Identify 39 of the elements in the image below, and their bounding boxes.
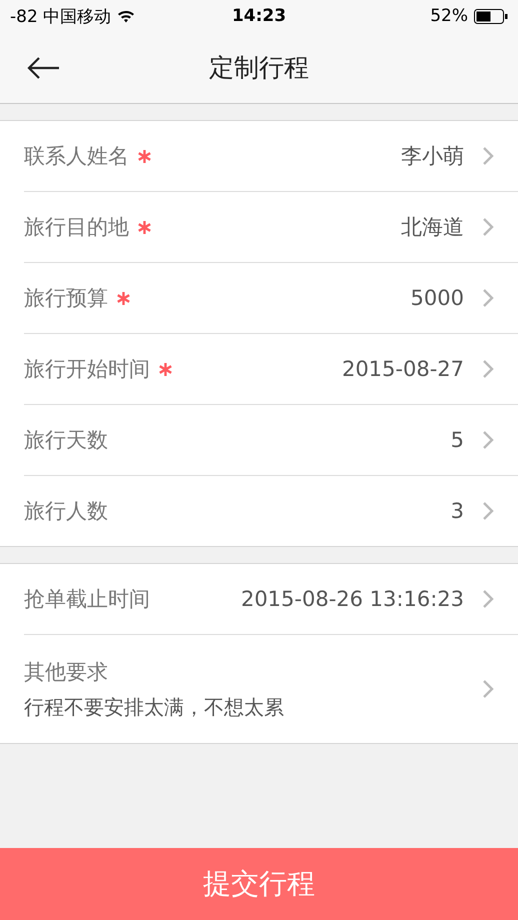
field-label: 旅行天数 (24, 427, 108, 454)
field-value: 李小萌 (401, 143, 464, 170)
chevron-right-icon (482, 359, 494, 379)
field-label: 联系人姓名 (24, 143, 129, 170)
form-row[interactable]: 联系人姓名 李小萌 (24, 121, 518, 191)
field-label: 抢单截止时间 (24, 586, 150, 613)
field-value: 5000 (410, 286, 464, 310)
form-row[interactable]: 抢单截止时间 2015-08-26 13:16:23 (24, 564, 518, 634)
field-label: 旅行人数 (24, 498, 108, 525)
field-label: 旅行开始时间 (24, 356, 150, 383)
clock-text: 14:23 (232, 6, 286, 26)
form-row[interactable]: 旅行预算 5000 (24, 263, 518, 333)
chevron-right-icon (482, 430, 494, 450)
chevron-right-icon (482, 288, 494, 308)
chevron-right-icon (482, 146, 494, 166)
wifi-icon (117, 9, 136, 23)
form-row[interactable]: 旅行天数 5 (24, 405, 518, 475)
battery-icon (474, 8, 508, 24)
form-row[interactable]: 旅行目的地 北海道 (24, 192, 518, 262)
field-value: 北海道 (401, 214, 464, 241)
chevron-right-icon (482, 589, 494, 609)
battery-percent: 52% (430, 6, 468, 26)
back-arrow-icon (26, 56, 60, 80)
page-title: 定制行程 (209, 53, 309, 82)
note-text: 行程不要安排太满，不想太累 (24, 694, 285, 720)
field-value: 5 (450, 428, 464, 452)
form-row[interactable]: 旅行开始时间 2015-08-27 (24, 334, 518, 404)
form-row[interactable]: 其他要求 行程不要安排太满，不想太累 (24, 635, 518, 743)
chevron-right-icon (482, 501, 494, 521)
field-label: 其他要求 (24, 658, 108, 686)
chevron-right-icon (482, 679, 494, 699)
carrier-text: -82 中国移动 (10, 6, 112, 28)
field-value: 3 (450, 499, 464, 523)
field-label: 旅行预算 (24, 285, 108, 312)
field-label: 旅行目的地 (24, 214, 129, 241)
field-value: 2015-08-27 (342, 357, 464, 381)
field-value: 2015-08-26 13:16:23 (240, 587, 464, 611)
chevron-right-icon (482, 217, 494, 237)
form-row[interactable]: 旅行人数 3 (24, 476, 518, 546)
